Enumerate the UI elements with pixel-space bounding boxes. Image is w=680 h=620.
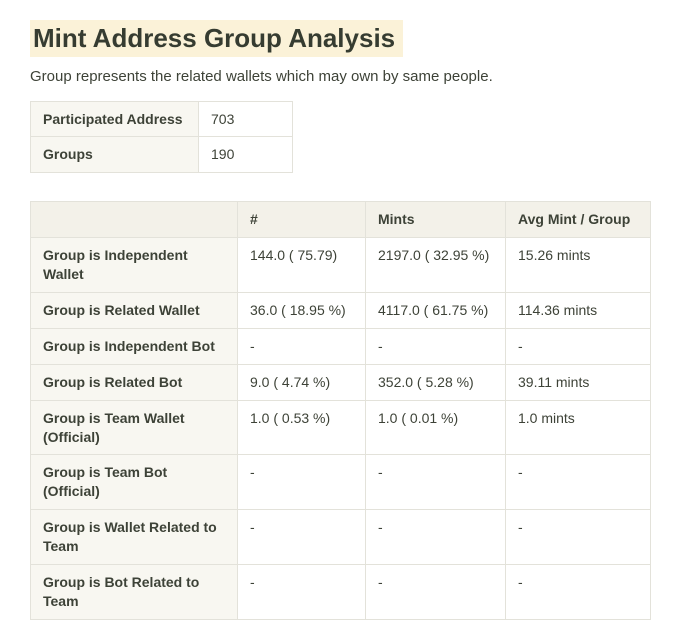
column-header-count: # bbox=[237, 201, 366, 239]
cell-count: 36.0 ( 18.95 %) bbox=[237, 291, 366, 329]
cell-avg: - bbox=[505, 454, 651, 511]
cell-avg: - bbox=[505, 327, 651, 365]
report-page: Mint Address Group Analysis Group repres… bbox=[30, 20, 651, 620]
table-row-wallet-related-to-team: Group is Wallet Related to Team - - - bbox=[30, 509, 651, 565]
page-subtitle: Group represents the related wallets whi… bbox=[30, 67, 493, 85]
analysis-table: # Mints Avg Mint / Group Group is Indepe… bbox=[30, 201, 651, 620]
cell-mints: - bbox=[365, 327, 506, 365]
cell-mints: 2197.0 ( 32.95 %) bbox=[365, 237, 506, 293]
cell-count: 9.0 ( 4.74 %) bbox=[237, 363, 366, 401]
row-label: Group is Team Wallet (Official) bbox=[30, 399, 238, 456]
cell-mints: 352.0 ( 5.28 %) bbox=[365, 363, 506, 401]
summary-label-groups: Groups bbox=[30, 136, 199, 174]
summary-row: Groups 190 bbox=[30, 136, 293, 174]
cell-avg: - bbox=[505, 509, 651, 565]
cell-count: - bbox=[237, 327, 366, 365]
cell-mints: - bbox=[365, 454, 506, 511]
column-header-empty bbox=[30, 201, 238, 239]
row-label: Group is Independent Wallet bbox=[30, 237, 238, 293]
cell-avg: 39.11 mints bbox=[505, 363, 651, 401]
cell-mints: - bbox=[365, 509, 506, 565]
summary-value-groups: 190 bbox=[198, 136, 293, 174]
row-label: Group is Bot Related to Team bbox=[30, 563, 238, 620]
row-label: Group is Independent Bot bbox=[30, 327, 238, 365]
table-row-team-wallet: Group is Team Wallet (Official) 1.0 ( 0.… bbox=[30, 399, 651, 456]
summary-table: Participated Address 703 Groups 190 bbox=[30, 100, 293, 174]
cell-count: 144.0 ( 75.79) bbox=[237, 237, 366, 293]
table-row-independent-bot: Group is Independent Bot - - - bbox=[30, 327, 651, 365]
table-row-independent-wallet: Group is Independent Wallet 144.0 ( 75.7… bbox=[30, 237, 651, 293]
column-header-mints: Mints bbox=[365, 201, 506, 239]
cell-avg: - bbox=[505, 563, 651, 620]
cell-count: - bbox=[237, 509, 366, 565]
row-label: Group is Wallet Related to Team bbox=[30, 509, 238, 565]
table-row-bot-related-to-team: Group is Bot Related to Team - - - bbox=[30, 563, 651, 620]
cell-mints: 1.0 ( 0.01 %) bbox=[365, 399, 506, 456]
cell-mints: 4117.0 ( 61.75 %) bbox=[365, 291, 506, 329]
cell-avg: 1.0 mints bbox=[505, 399, 651, 456]
summary-value-participated-address: 703 bbox=[198, 100, 293, 138]
row-label: Group is Related Bot bbox=[30, 363, 238, 401]
summary-label-participated-address: Participated Address bbox=[30, 100, 199, 138]
page-title-highlight: Mint Address Group Analysis bbox=[30, 20, 404, 57]
table-row-related-bot: Group is Related Bot 9.0 ( 4.74 %) 352.0… bbox=[30, 363, 651, 401]
cell-count: 1.0 ( 0.53 %) bbox=[237, 399, 366, 456]
summary-row: Participated Address 703 bbox=[30, 100, 293, 138]
cell-count: - bbox=[237, 454, 366, 511]
cell-avg: 15.26 mints bbox=[505, 237, 651, 293]
page-title: Mint Address Group Analysis bbox=[30, 20, 650, 57]
row-label: Group is Team Bot (Official) bbox=[30, 454, 238, 511]
table-row-team-bot: Group is Team Bot (Official) - - - bbox=[30, 454, 651, 511]
column-header-avg-mint-group: Avg Mint / Group bbox=[505, 201, 651, 239]
analysis-header-row: # Mints Avg Mint / Group bbox=[30, 201, 651, 239]
table-row-related-wallet: Group is Related Wallet 36.0 ( 18.95 %) … bbox=[30, 291, 651, 329]
row-label: Group is Related Wallet bbox=[30, 291, 238, 329]
cell-avg: 114.36 mints bbox=[505, 291, 651, 329]
cell-mints: - bbox=[365, 563, 506, 620]
cell-count: - bbox=[237, 563, 366, 620]
